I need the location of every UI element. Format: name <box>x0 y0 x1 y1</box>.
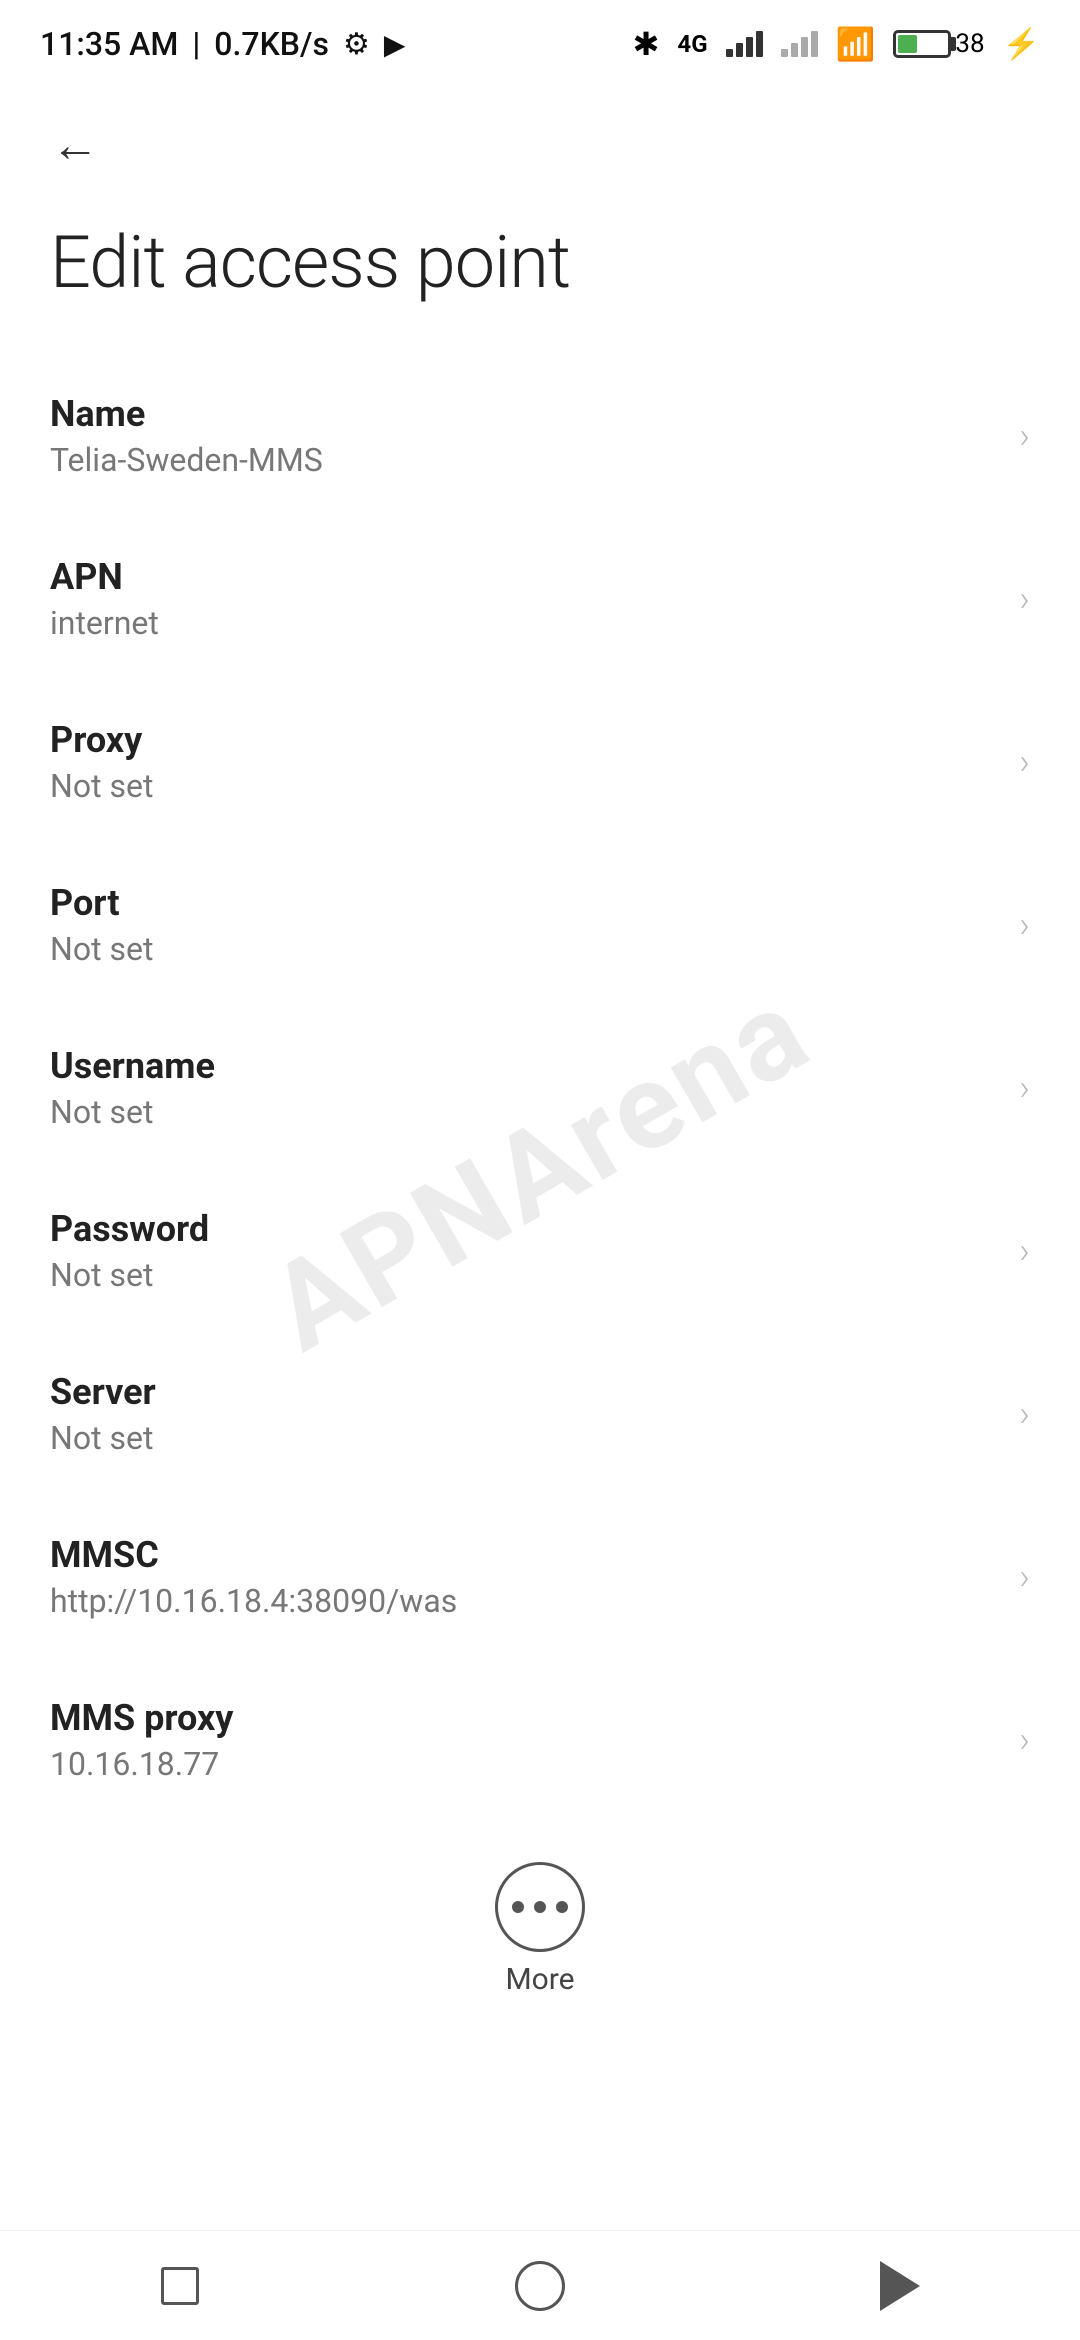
chevron-icon-server: › <box>1019 1393 1030 1435</box>
settings-item-content-server: Server Not set <box>50 1371 1019 1457</box>
more-dot-3 <box>556 1901 568 1913</box>
nav-recent-apps-button[interactable] <box>120 2246 240 2326</box>
settings-icon: ⚙ <box>343 27 370 62</box>
triangle-icon <box>880 2261 920 2311</box>
settings-item-content-proxy: Proxy Not set <box>50 719 1019 805</box>
circle-icon <box>515 2261 565 2311</box>
chevron-icon-name: › <box>1019 415 1030 457</box>
status-bar-right: ✱ 4G 📶 38 ⚡ <box>633 25 1040 63</box>
settings-item-apn[interactable]: APN internet › <box>0 518 1080 681</box>
settings-label-port: Port <box>50 882 1019 924</box>
wifi-icon: 📶 <box>836 25 876 63</box>
page-title: Edit access point <box>0 200 1080 355</box>
signal-bars-1 <box>726 31 763 57</box>
settings-label-name: Name <box>50 393 1019 435</box>
chevron-icon-mms-proxy: › <box>1019 1719 1030 1761</box>
more-button-container: More <box>0 1822 1080 2027</box>
chevron-icon-username: › <box>1019 1067 1030 1109</box>
settings-item-username[interactable]: Username Not set › <box>0 1007 1080 1170</box>
settings-item-password[interactable]: Password Not set › <box>0 1170 1080 1333</box>
more-dots <box>512 1901 568 1913</box>
settings-label-username: Username <box>50 1045 1019 1087</box>
settings-value-port: Not set <box>50 930 1019 968</box>
back-arrow-icon: ← <box>51 121 99 169</box>
settings-value-password: Not set <box>50 1256 1019 1294</box>
settings-value-username: Not set <box>50 1093 1019 1131</box>
settings-label-mmsc: MMSC <box>50 1534 1019 1576</box>
settings-item-proxy[interactable]: Proxy Not set › <box>0 681 1080 844</box>
network-speed: 0.7KB/s <box>214 25 329 63</box>
settings-item-content-password: Password Not set <box>50 1208 1019 1294</box>
bottom-nav <box>0 2230 1080 2340</box>
chevron-icon-password: › <box>1019 1230 1030 1272</box>
settings-item-mms-proxy[interactable]: MMS proxy 10.16.18.77 › <box>0 1659 1080 1822</box>
back-button[interactable]: ← <box>40 110 110 180</box>
settings-value-mmsc: http://10.16.18.4:38090/was <box>50 1582 1019 1620</box>
settings-item-mmsc[interactable]: MMSC http://10.16.18.4:38090/was › <box>0 1496 1080 1659</box>
status-bar-left: 11:35 AM | 0.7KB/s ⚙ ▶ <box>40 25 405 63</box>
settings-item-content-mmsc: MMSC http://10.16.18.4:38090/was <box>50 1534 1019 1620</box>
settings-item-content-port: Port Not set <box>50 882 1019 968</box>
square-icon <box>161 2267 199 2305</box>
signal-bars-2 <box>781 31 818 57</box>
settings-value-name: Telia-Sweden-MMS <box>50 441 1019 479</box>
more-button[interactable]: More <box>495 1862 585 1997</box>
settings-item-server[interactable]: Server Not set › <box>0 1333 1080 1496</box>
settings-item-content-apn: APN internet <box>50 556 1019 642</box>
nav-home-button[interactable] <box>480 2246 600 2326</box>
settings-value-server: Not set <box>50 1419 1019 1457</box>
chevron-icon-mmsc: › <box>1019 1556 1030 1598</box>
settings-value-mms-proxy: 10.16.18.77 <box>50 1745 1019 1783</box>
settings-label-password: Password <box>50 1208 1019 1250</box>
chevron-icon-apn: › <box>1019 578 1030 620</box>
settings-label-proxy: Proxy <box>50 719 1019 761</box>
more-dot-2 <box>534 1901 546 1913</box>
battery-indicator: 38 <box>893 29 984 59</box>
settings-item-content-username: Username Not set <box>50 1045 1019 1131</box>
chevron-icon-port: › <box>1019 904 1030 946</box>
settings-item-port[interactable]: Port Not set › <box>0 844 1080 1007</box>
more-button-circle <box>495 1862 585 1952</box>
bluetooth-icon: ✱ <box>633 25 660 63</box>
chevron-icon-proxy: › <box>1019 741 1030 783</box>
video-icon: ▶ <box>384 28 406 61</box>
settings-label-mms-proxy: MMS proxy <box>50 1697 1019 1739</box>
more-label: More <box>505 1962 574 1997</box>
settings-list: Name Telia-Sweden-MMS › APN internet › P… <box>0 355 1080 1822</box>
battery-percentage: 38 <box>955 29 984 59</box>
settings-label-apn: APN <box>50 556 1019 598</box>
settings-item-content-mms-proxy: MMS proxy 10.16.18.77 <box>50 1697 1019 1783</box>
nav-back-button[interactable] <box>840 2246 960 2326</box>
top-nav: ← <box>0 80 1080 200</box>
settings-value-proxy: Not set <box>50 767 1019 805</box>
settings-label-server: Server <box>50 1371 1019 1413</box>
more-dot-1 <box>512 1901 524 1913</box>
settings-value-apn: internet <box>50 604 1019 642</box>
charging-icon: ⚡ <box>1003 27 1040 62</box>
separator: | <box>192 25 200 63</box>
network-4g-icon: 4G <box>677 30 707 58</box>
settings-item-content-name: Name Telia-Sweden-MMS <box>50 393 1019 479</box>
time-display: 11:35 AM <box>40 25 178 63</box>
settings-item-name[interactable]: Name Telia-Sweden-MMS › <box>0 355 1080 518</box>
status-bar: 11:35 AM | 0.7KB/s ⚙ ▶ ✱ 4G 📶 38 ⚡ <box>0 0 1080 80</box>
